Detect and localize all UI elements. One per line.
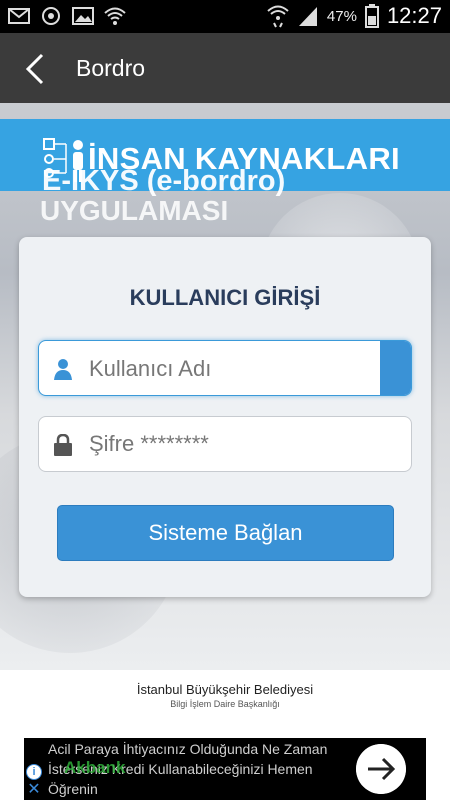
back-chevron-left-icon[interactable]: [22, 53, 50, 85]
footer: İstanbul Büyükşehir Belediyesi Bilgi İşl…: [0, 670, 450, 738]
app-subtitle: E-IKYS (e-bordro): [42, 165, 286, 197]
footer-organization: İstanbul Büyükşehir Belediyesi: [136, 682, 314, 697]
footer-department: Bilgi İşlem Daire Başkanlığı: [170, 699, 280, 709]
hero-background: İNSAN KAYNAKLARI E-IKYS (e-bordro) UYGUL…: [0, 103, 450, 670]
password-field[interactable]: Şifre ********: [38, 416, 412, 472]
arrow-right-icon[interactable]: [356, 744, 406, 794]
lock-icon: [54, 434, 72, 456]
user-icon: [54, 359, 72, 380]
wifi-transfer-icon: [267, 5, 289, 28]
battery-percent: 47%: [326, 7, 357, 25]
mail-icon: [8, 8, 30, 24]
username-input[interactable]: [89, 353, 369, 385]
wifi-icon: [104, 7, 126, 25]
signal-icon: [298, 7, 317, 26]
ad-brand-logo: Akbank: [64, 758, 126, 777]
sync-icon: [42, 7, 60, 25]
info-icon[interactable]: i: [26, 764, 42, 780]
password-placeholder[interactable]: Şifre ********: [89, 431, 209, 457]
username-field[interactable]: [38, 340, 412, 396]
login-title: KULLANICI GİRİŞİ: [129, 285, 321, 310]
action-bar: Bordro: [0, 33, 450, 103]
status-bar: 47% 12:27: [0, 0, 450, 33]
ad-banner[interactable]: Acil Paraya İhtiyacınız Olduğunda Ne Zam…: [24, 738, 426, 800]
close-icon[interactable]: ✕: [26, 782, 42, 798]
app-subtitle-2: UYGULAMASI: [40, 195, 229, 226]
battery-icon: [364, 4, 379, 28]
connect-button[interactable]: Sisteme Bağlan: [57, 505, 394, 561]
login-card: KULLANICI GİRİŞİ Şifre ******** Sisteme …: [19, 237, 431, 597]
image-icon: [72, 7, 94, 25]
username-field-accent: [380, 341, 411, 395]
page-title: Bordro: [76, 55, 146, 81]
clock: 12:27: [386, 3, 442, 28]
